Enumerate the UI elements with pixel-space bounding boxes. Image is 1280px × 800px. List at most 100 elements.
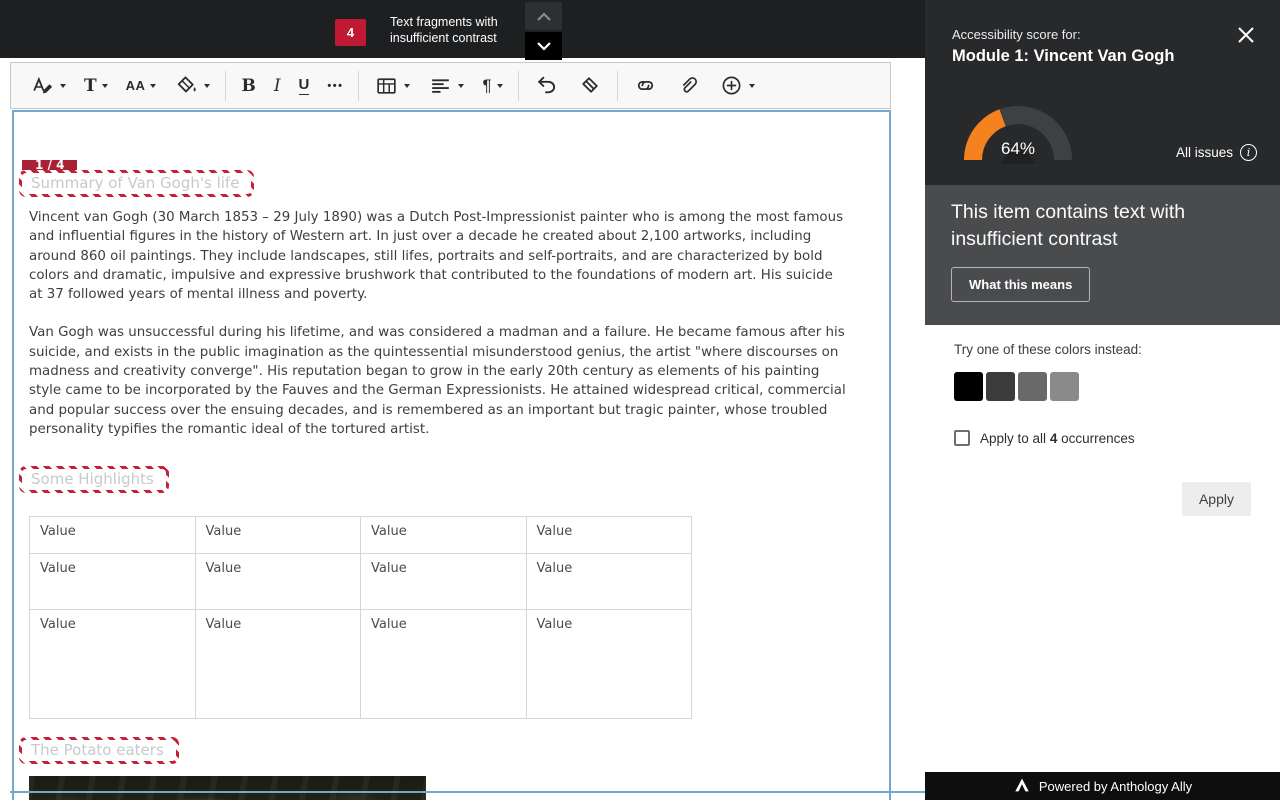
editor-bottom-border xyxy=(10,791,925,793)
more-icon: ••• xyxy=(327,80,343,92)
paragraph-icon: ¶ xyxy=(482,76,491,96)
remediation-section: Try one of these colors instead: Apply t… xyxy=(925,325,1280,772)
more-formatting-button[interactable]: ••• xyxy=(318,64,352,108)
issue-count-badge: 4 xyxy=(335,19,366,46)
issue-message-section: This item contains text with insufficien… xyxy=(925,185,1280,325)
remove-formatting-button[interactable] xyxy=(568,64,611,108)
undo-button[interactable] xyxy=(525,64,568,108)
table-button[interactable] xyxy=(365,64,419,108)
chevron-down-icon xyxy=(536,39,552,54)
next-issue-button[interactable] xyxy=(525,32,562,60)
link-icon xyxy=(633,73,658,98)
paragraph-van-gogh-bio: Vincent van Gogh (30 March 1853 – 29 Jul… xyxy=(29,208,847,304)
table-cell[interactable]: Value xyxy=(526,610,692,719)
title-format-icon: T xyxy=(84,76,97,96)
ally-footer: Powered by Anthology Ally xyxy=(925,772,1280,800)
dropdown-caret-icon xyxy=(458,84,464,91)
apply-all-row: Apply to all 4 occurrences xyxy=(954,430,1135,446)
highlight-color-button[interactable] xyxy=(165,64,219,108)
table-cell[interactable]: Value xyxy=(361,610,527,719)
table-cell[interactable]: Value xyxy=(526,517,692,554)
ally-accessibility-panel: Accessibility score for: Module 1: Vince… xyxy=(925,0,1280,800)
panel-header: Accessibility score for: Module 1: Vince… xyxy=(925,0,1280,185)
info-icon: i xyxy=(1240,144,1257,161)
dropdown-caret-icon xyxy=(150,84,156,91)
dropdown-caret-icon xyxy=(749,84,755,91)
font-size-button[interactable]: AA xyxy=(117,64,166,108)
toolbar-separator xyxy=(225,71,226,101)
score-label: Accessibility score for: xyxy=(952,27,1081,42)
flagged-heading-label: Summary of Van Gogh's life xyxy=(22,173,251,194)
flagged-text-some-highlights-heading[interactable]: Some Highlights xyxy=(19,466,169,493)
table-row: Value Value Value Value xyxy=(30,517,692,554)
previous-issue-button[interactable] xyxy=(525,2,562,30)
apply-all-prefix: Apply to all xyxy=(980,431,1046,446)
issue-type-label-line2: insufficient contrast xyxy=(390,30,498,46)
flagged-text-potato-eaters-heading[interactable]: The Potato eaters xyxy=(19,737,179,764)
attachment-icon xyxy=(676,73,701,98)
all-issues-label: All issues xyxy=(1176,145,1233,160)
flagged-text-summary-heading[interactable]: Summary of Van Gogh's life xyxy=(19,170,254,197)
add-content-icon xyxy=(719,73,744,98)
apply-all-count: 4 xyxy=(1050,431,1058,446)
paragraph-van-gogh-legacy: Van Gogh was unsuccessful during his lif… xyxy=(29,323,847,439)
close-panel-button[interactable] xyxy=(1234,24,1258,48)
color-swatch-black[interactable] xyxy=(954,372,983,401)
potato-eaters-painting-image[interactable] xyxy=(29,776,426,800)
color-swatch-light-gray[interactable] xyxy=(1050,372,1079,401)
table-cell[interactable]: Value xyxy=(30,554,196,610)
align-button[interactable] xyxy=(419,64,473,108)
table-cell[interactable]: Value xyxy=(526,554,692,610)
add-content-button[interactable] xyxy=(710,64,764,108)
table-row: Value Value Value Value xyxy=(30,610,692,719)
apply-all-checkbox[interactable] xyxy=(954,430,970,446)
table-cell[interactable]: Value xyxy=(361,517,527,554)
apply-all-suffix: occurrences xyxy=(1061,431,1135,446)
font-size-icon: AA xyxy=(126,78,146,93)
highlight-color-icon xyxy=(174,73,199,98)
issue-type-label-line1: Text fragments with xyxy=(390,14,498,30)
color-swatch-gray[interactable] xyxy=(1018,372,1047,401)
table-cell[interactable]: Value xyxy=(30,517,196,554)
italic-button[interactable]: I xyxy=(265,64,290,108)
italic-icon: I xyxy=(274,76,281,96)
toolbar-separator xyxy=(358,71,359,101)
underline-button[interactable]: U xyxy=(290,64,319,108)
insert-link-button[interactable] xyxy=(624,64,667,108)
table-cell[interactable]: Value xyxy=(361,554,527,610)
content-table: Value Value Value Value Value Value Valu… xyxy=(29,516,692,719)
issue-message: This item contains text with insufficien… xyxy=(951,199,1251,252)
close-icon xyxy=(1236,33,1256,48)
dropdown-caret-icon xyxy=(102,84,108,91)
color-swatch-dark-gray[interactable] xyxy=(986,372,1015,401)
attach-file-button[interactable] xyxy=(667,64,710,108)
module-title: Module 1: Vincent Van Gogh xyxy=(952,47,1174,66)
table-cell[interactable]: Value xyxy=(195,517,361,554)
text-color-icon xyxy=(30,73,55,98)
table-cell[interactable]: Value xyxy=(195,554,361,610)
what-this-means-button[interactable]: What this means xyxy=(951,267,1090,302)
apply-button[interactable]: Apply xyxy=(1182,482,1251,516)
toolbar-separator xyxy=(617,71,618,101)
apply-all-label: Apply to all 4 occurrences xyxy=(980,431,1135,446)
issue-type-label: Text fragments with insufficient contras… xyxy=(390,14,498,46)
text-color-button[interactable] xyxy=(21,64,75,108)
paragraph-button[interactable]: ¶ xyxy=(473,64,511,108)
underline-icon: U xyxy=(299,76,310,95)
title-format-button[interactable]: T xyxy=(75,64,117,108)
editor-content-area[interactable]: 1 / 4 Summary of Van Gogh's life Vincent… xyxy=(12,110,891,800)
bold-button[interactable]: B xyxy=(232,64,264,108)
dropdown-caret-icon xyxy=(404,84,410,91)
table-row: Value Value Value Value xyxy=(30,554,692,610)
table-cell[interactable]: Value xyxy=(30,610,196,719)
all-issues-button[interactable]: All issues i xyxy=(1176,144,1257,161)
dropdown-caret-icon xyxy=(60,84,66,91)
footer-label: Powered by Anthology Ally xyxy=(1039,779,1192,794)
table-cell[interactable]: Value xyxy=(195,610,361,719)
occurrence-counter-badge: 1 / 4 xyxy=(22,160,77,170)
color-swatch-group xyxy=(954,372,1079,401)
table-icon xyxy=(374,73,399,98)
undo-icon xyxy=(534,73,559,98)
dropdown-caret-icon xyxy=(497,84,503,91)
score-percentage: 64% xyxy=(958,139,1078,159)
